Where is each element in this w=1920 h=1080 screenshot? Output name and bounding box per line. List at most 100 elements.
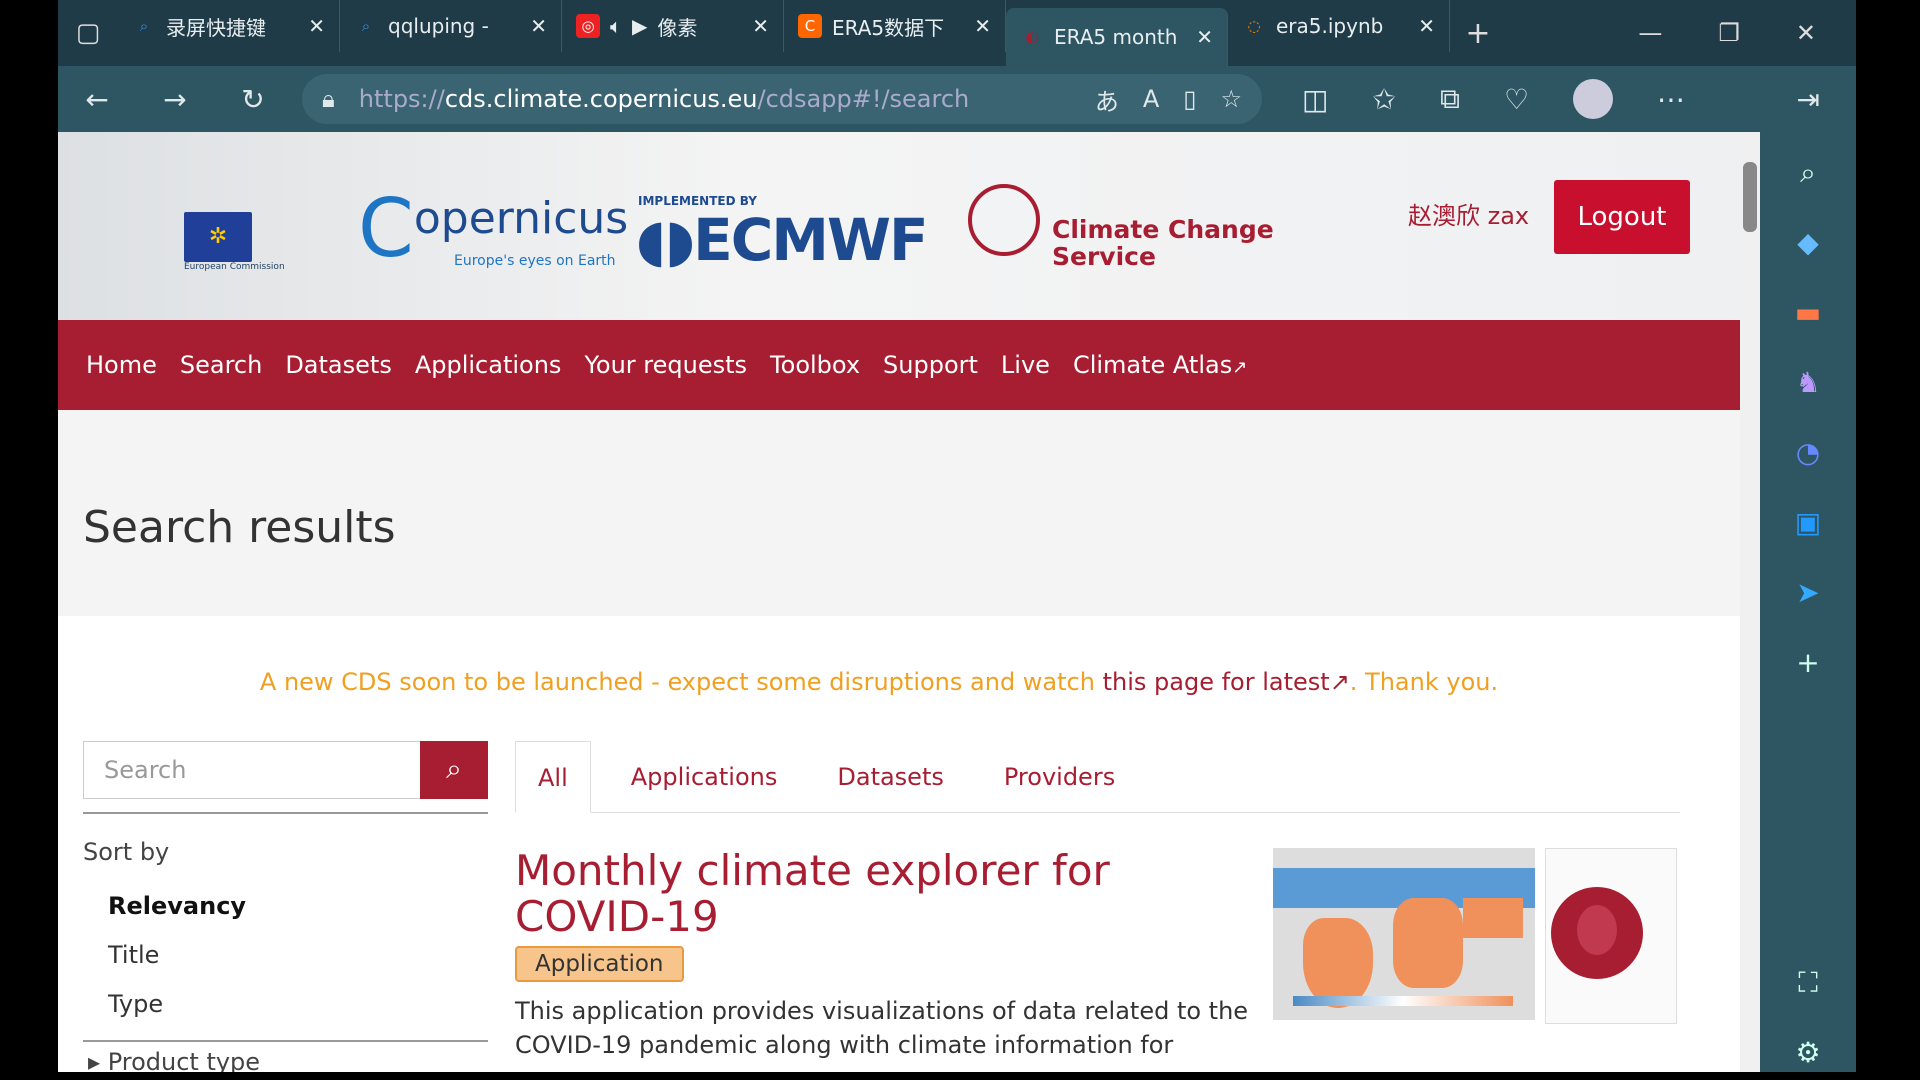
- nav-item[interactable]: Climate Atlas↗: [1073, 351, 1247, 379]
- toolbox-icon[interactable]: ▬: [1795, 296, 1821, 332]
- settings-icon[interactable]: ⚙: [1795, 1036, 1820, 1072]
- notice-text: A new CDS soon to be launched - expect s…: [259, 668, 1103, 696]
- result-tab[interactable]: Applications: [601, 741, 808, 812]
- tab-actions-icon[interactable]: ▢: [58, 18, 118, 48]
- product-type-filter[interactable]: ▸ Product type: [88, 1048, 260, 1072]
- close-tab-icon[interactable]: ✕: [308, 14, 325, 38]
- csdn-icon: C: [798, 14, 822, 38]
- result-map-thumbnail[interactable]: [1273, 848, 1535, 1020]
- sidebar-toggle-icon[interactable]: ⇥: [1797, 83, 1820, 116]
- search-button[interactable]: ⌕: [420, 741, 488, 799]
- browser-tab[interactable]: ◎ 🔈︎ ▶ 像素 ✕: [562, 0, 784, 52]
- nav-label: Applications: [414, 351, 562, 379]
- immersive-reader-icon[interactable]: ▯: [1183, 85, 1196, 113]
- copernicus-icon: ◐: [1025, 28, 1039, 46]
- games-icon[interactable]: ♞: [1795, 366, 1820, 402]
- notice-link-text: this page for latest: [1102, 668, 1330, 696]
- url-field[interactable]: 🔒︎ https://cds.climate.copernicus.eu/cds…: [302, 74, 1262, 124]
- address-bar: ← → ↻ 🔒︎ https://cds.climate.copernicus.…: [58, 66, 1856, 132]
- ccs-logo-text: Climate Change Service: [1052, 216, 1274, 270]
- close-window-button[interactable]: ✕: [1796, 19, 1816, 47]
- read-aloud-icon[interactable]: A: [1143, 85, 1159, 113]
- nav-label: Your requests: [584, 351, 748, 379]
- nav-label: Datasets: [285, 351, 392, 379]
- netease-music-icon: ◎: [576, 14, 600, 38]
- search-input[interactable]: Search: [83, 741, 421, 799]
- new-tab-button[interactable]: +: [1450, 16, 1506, 51]
- split-screen-icon[interactable]: ◫: [1302, 83, 1328, 116]
- more-menu-icon[interactable]: ⋯: [1657, 83, 1685, 116]
- product-type-label: Product type: [107, 1048, 261, 1072]
- notice-link[interactable]: this page for latest↗: [1103, 668, 1350, 696]
- close-tab-icon[interactable]: ✕: [1418, 14, 1435, 38]
- outlook-icon[interactable]: ▣: [1795, 506, 1821, 542]
- add-icon[interactable]: +: [1796, 646, 1819, 682]
- sort-option[interactable]: Type: [108, 980, 246, 1029]
- divider: [83, 1040, 488, 1042]
- nav-item[interactable]: Applications: [415, 351, 562, 379]
- minimize-button[interactable]: —: [1638, 19, 1662, 47]
- nav-item[interactable]: Toolbox: [770, 351, 860, 379]
- result-tab[interactable]: Datasets: [807, 741, 974, 812]
- nav-label: Home: [86, 351, 157, 379]
- copernicus-logo: Copernicus Europe's eyes on Earth: [358, 182, 629, 275]
- ccs-line2: Service: [1052, 242, 1156, 271]
- tab-title: era5.ipynb: [1276, 14, 1384, 38]
- nav-item[interactable]: Datasets: [285, 351, 392, 379]
- nav-item[interactable]: Your requests: [584, 351, 747, 379]
- send-icon[interactable]: ➤: [1796, 576, 1819, 612]
- desc-line: COVID-19 pandemic along with climate inf…: [515, 1031, 1174, 1059]
- close-tab-icon[interactable]: ✕: [974, 14, 991, 38]
- nav-item[interactable]: Live: [1001, 351, 1050, 379]
- tab-title: 像素: [657, 15, 698, 40]
- nav-label: Live: [1000, 351, 1050, 379]
- browser-tab[interactable]: ⌕ qqluping - ✕: [340, 0, 562, 52]
- result-tab[interactable]: Providers: [974, 741, 1145, 812]
- close-tab-icon[interactable]: ✕: [530, 14, 547, 38]
- performance-icon[interactable]: ♡: [1504, 83, 1529, 116]
- tag-icon[interactable]: ◆: [1797, 226, 1819, 262]
- user-name[interactable]: 赵澳欣 zax: [1408, 196, 1529, 231]
- lock-icon[interactable]: 🔒︎: [322, 85, 335, 113]
- favorite-star-icon[interactable]: ☆: [1220, 85, 1242, 113]
- result-title[interactable]: Monthly climate explorer for COVID-19: [515, 848, 1135, 940]
- nav-label: Toolbox: [770, 351, 861, 379]
- sort-option[interactable]: Relevancy: [108, 882, 246, 931]
- webpage: ✲ European Commission Copernicus Europe'…: [58, 132, 1760, 1072]
- forward-button[interactable]: →: [136, 83, 214, 116]
- browser-tab[interactable]: ⌕ 录屏快捷键 ✕: [118, 0, 340, 52]
- sort-option[interactable]: Title: [108, 931, 246, 980]
- speaker-icon[interactable]: 🔈︎: [610, 14, 622, 38]
- refresh-button[interactable]: ↻: [214, 83, 292, 116]
- result-chart-thumbnail[interactable]: [1545, 848, 1677, 1024]
- restore-button[interactable]: ❐: [1718, 19, 1740, 47]
- nav-label: Support: [883, 351, 978, 379]
- result-type-badge: Application: [515, 946, 684, 982]
- close-tab-icon[interactable]: ✕: [1196, 25, 1213, 49]
- copernicus-tagline: Europe's eyes on Earth: [454, 253, 616, 269]
- back-button[interactable]: ←: [58, 83, 136, 116]
- nav-item[interactable]: Support: [883, 351, 978, 379]
- nav-label: Search: [179, 351, 263, 379]
- browser-tab[interactable]: C ERA5数据下 ✕: [784, 0, 1006, 52]
- screenshot-icon[interactable]: ⛶: [1798, 966, 1818, 1002]
- profile-avatar[interactable]: [1573, 79, 1614, 119]
- browser-tab[interactable]: ◌ era5.ipynb ✕: [1228, 0, 1450, 52]
- result-tab[interactable]: All: [515, 741, 591, 813]
- favorites-icon[interactable]: ✩: [1372, 83, 1395, 116]
- collections-icon[interactable]: ⧉: [1440, 82, 1460, 116]
- tab-bar: ▢ ⌕ 录屏快捷键 ✕ ⌕ qqluping - ✕ ◎ 🔈︎ ▶ 像素 ✕ C ERA5数据下 ✕ ◐ E…: [58, 0, 1856, 66]
- close-tab-icon[interactable]: ✕: [752, 14, 769, 38]
- scrollbar-thumb[interactable]: [1743, 162, 1757, 232]
- browser-tab[interactable]: ◐ ERA5 month ✕: [1006, 8, 1228, 66]
- scrollbar[interactable]: [1740, 132, 1760, 1072]
- nav-item[interactable]: Search: [180, 351, 262, 379]
- eu-flag-logo: ✲: [184, 212, 252, 262]
- copilot-icon[interactable]: ◔: [1796, 436, 1820, 472]
- nav-item[interactable]: Home: [86, 351, 157, 379]
- search-icon[interactable]: ⌕: [1800, 156, 1816, 192]
- header-banner: ✲ European Commission Copernicus Europe'…: [58, 132, 1760, 320]
- translate-icon[interactable]: あ: [1095, 82, 1119, 117]
- play-icon: ▶: [632, 14, 648, 38]
- logout-button[interactable]: Logout: [1554, 180, 1690, 254]
